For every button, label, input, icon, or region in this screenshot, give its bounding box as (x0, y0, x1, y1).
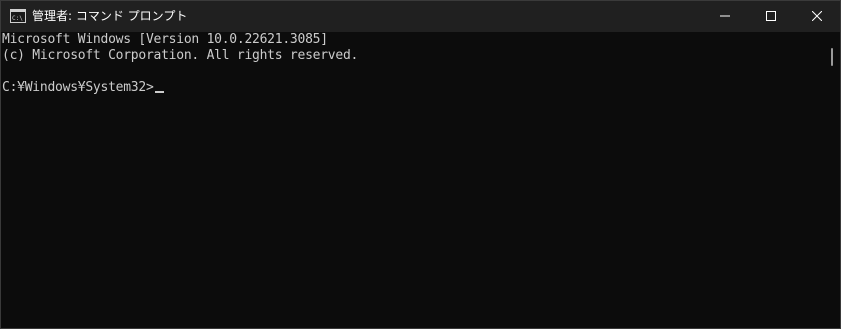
vertical-scrollbar[interactable] (826, 32, 840, 328)
prompt-text: C:¥Windows¥System32> (2, 80, 154, 95)
maximize-button[interactable] (748, 1, 794, 32)
minimize-icon (720, 8, 730, 26)
svg-text:C:\: C:\ (12, 15, 23, 22)
cmd-icon: C:\ (10, 9, 26, 23)
console-output[interactable]: Microsoft Windows [Version 10.0.22621.30… (1, 32, 826, 328)
version-line: Microsoft Windows [Version 10.0.22621.30… (2, 32, 328, 47)
close-button[interactable] (794, 1, 840, 32)
close-icon (811, 8, 823, 26)
prompt-line[interactable]: C:¥Windows¥System32> (2, 80, 164, 96)
minimize-button[interactable] (702, 1, 748, 32)
scroll-thumb[interactable] (831, 48, 833, 66)
window-title: 管理者: コマンド プロンプト (32, 9, 188, 23)
text-cursor (154, 91, 164, 93)
command-prompt-window: C:\ 管理者: コマンド プロンプト Microsoft Windows [V… (0, 0, 841, 329)
maximize-icon (766, 8, 776, 26)
title-bar[interactable]: C:\ 管理者: コマンド プロンプト (1, 1, 840, 32)
copyright-line: (c) Microsoft Corporation. All rights re… (2, 48, 359, 63)
